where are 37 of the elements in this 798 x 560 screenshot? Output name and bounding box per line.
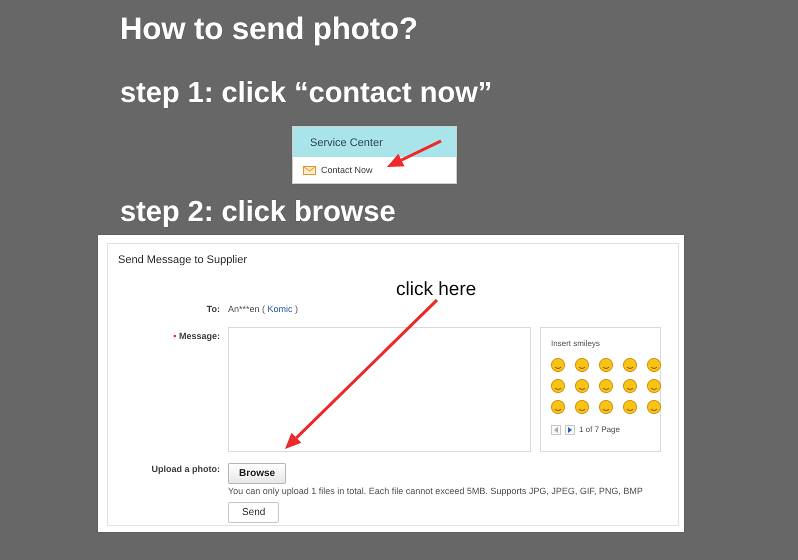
- send-button[interactable]: Send: [228, 502, 280, 522]
- smiley-icon[interactable]: [599, 358, 613, 372]
- smiley-icon[interactable]: [575, 400, 589, 414]
- smiley-icon[interactable]: [575, 358, 589, 372]
- smiley-icon[interactable]: [623, 400, 637, 414]
- smiley-icon[interactable]: [623, 358, 637, 372]
- smiley-icon[interactable]: [551, 358, 565, 372]
- smiley-icon[interactable]: [623, 379, 637, 393]
- upload-label: Upload a photo:: [150, 463, 221, 476]
- upload-note: You can only upload 1 files in total. Each file cannot exceed 5MB. Supports JPG, JPEG, GIF, PNG, BMP: [228, 485, 643, 498]
- smiley-icon[interactable]: [551, 400, 565, 414]
- smiley-icon[interactable]: [647, 358, 661, 372]
- smiley-icon[interactable]: [647, 379, 661, 393]
- browse-button[interactable]: Browse: [228, 463, 286, 484]
- contact-now-link[interactable]: Contact Now: [293, 157, 456, 178]
- smiley-icon[interactable]: [599, 379, 613, 393]
- page-indicator: 1 of 7 Page: [579, 424, 620, 436]
- envelope-icon: [303, 166, 316, 176]
- step-heading: step 1: click “contact now”: [120, 79, 494, 108]
- step-heading: step 2: click browse: [120, 198, 397, 227]
- smiley-icon[interactable]: [575, 379, 589, 393]
- next-page-button[interactable]: [565, 425, 575, 435]
- message-field[interactable]: [228, 327, 531, 452]
- message-label: Message:: [178, 331, 220, 341]
- smiley-panel-title: Insert smileys: [551, 338, 601, 350]
- smiley-icon[interactable]: [551, 379, 565, 393]
- smiley-icon[interactable]: [599, 400, 613, 414]
- recipient-link[interactable]: Komic: [268, 304, 293, 314]
- form-title: Send Message to Supplier: [118, 253, 248, 268]
- smiley-icon[interactable]: [647, 400, 661, 414]
- callout-text: click here: [396, 280, 478, 298]
- required-mark: •: [173, 331, 176, 341]
- page-title: How to send photo?: [120, 13, 419, 44]
- service-center-header: Service Center: [293, 127, 456, 157]
- pointer-arrow: [387, 141, 441, 167]
- recipient-text: An***en ( Komic ): [228, 302, 298, 316]
- to-label: To:: [206, 302, 221, 316]
